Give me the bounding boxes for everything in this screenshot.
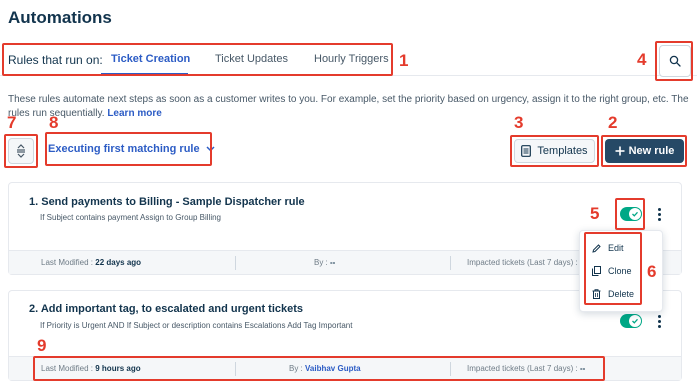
execution-mode-dropdown[interactable]: Executing first matching rule bbox=[48, 143, 215, 155]
menu-item-delete[interactable]: Delete bbox=[592, 289, 634, 299]
pencil-icon bbox=[592, 243, 601, 253]
page-title: Automations bbox=[8, 8, 112, 27]
annotation-number: 2 bbox=[608, 113, 618, 132]
trash-icon bbox=[592, 289, 601, 299]
check-icon bbox=[629, 315, 641, 327]
templates-button[interactable]: Templates bbox=[514, 139, 595, 163]
annotation-number: 9 bbox=[37, 336, 47, 355]
search-button[interactable] bbox=[659, 45, 691, 77]
rule-footer: Last Modified : 9 hours ago By : Vaibhav… bbox=[9, 356, 681, 380]
rule-title[interactable]: 2. Add important tag, to escalated and u… bbox=[29, 303, 303, 315]
more-options-icon[interactable] bbox=[656, 315, 662, 328]
tabs-divider bbox=[0, 75, 697, 76]
check-icon bbox=[629, 208, 641, 220]
tabs-label: Rules that run on: bbox=[8, 53, 103, 67]
rule-toggle[interactable] bbox=[620, 207, 642, 221]
annotation-number: 1 bbox=[399, 51, 409, 70]
plus-icon bbox=[615, 146, 625, 156]
annotation-number: 4 bbox=[637, 50, 647, 69]
tab-ticket-creation[interactable]: Ticket Creation bbox=[111, 53, 190, 65]
execution-mode-label: Executing first matching rule bbox=[48, 143, 200, 155]
reorder-icon bbox=[17, 144, 25, 158]
annotation-number: 7 bbox=[7, 113, 17, 132]
annotation-number: 3 bbox=[514, 113, 524, 132]
new-rule-button[interactable]: New rule bbox=[605, 139, 684, 163]
reorder-button[interactable] bbox=[8, 138, 34, 164]
tab-hourly-triggers[interactable]: Hourly Triggers bbox=[314, 53, 389, 65]
learn-more-link[interactable]: Learn more bbox=[107, 108, 161, 119]
rule-condition: If Priority is Urgent AND If Subject or … bbox=[40, 321, 353, 330]
rule-toggle[interactable] bbox=[620, 314, 642, 328]
modified-by: By : Vaibhav Gupta bbox=[289, 364, 361, 373]
clone-icon bbox=[592, 266, 601, 276]
description: These rules automate next steps as soon … bbox=[8, 93, 693, 121]
templates-button-label: Templates bbox=[537, 145, 588, 157]
more-options-icon[interactable] bbox=[656, 208, 662, 221]
search-icon bbox=[669, 55, 681, 67]
annotation-number: 5 bbox=[590, 204, 600, 223]
menu-item-clone[interactable]: Clone bbox=[592, 266, 632, 276]
chevron-down-icon bbox=[206, 146, 215, 152]
tab-ticket-updates[interactable]: Ticket Updates bbox=[215, 53, 288, 65]
modified-by: By : -- bbox=[314, 258, 336, 267]
rule-title[interactable]: 1. Send payments to Billing - Sample Dis… bbox=[29, 196, 305, 208]
annotation-number: 6 bbox=[647, 262, 657, 281]
impacted-tickets: Impacted tickets (Last 7 days) : -- bbox=[467, 364, 586, 373]
new-rule-button-label: New rule bbox=[628, 145, 675, 157]
last-modified: Last Modified : 9 hours ago bbox=[41, 364, 141, 373]
menu-item-edit[interactable]: Edit bbox=[592, 243, 624, 253]
annotation-number: 8 bbox=[49, 113, 59, 132]
rule-condition: If Subject contains payment Assign to Gr… bbox=[40, 213, 221, 222]
templates-icon bbox=[521, 145, 532, 157]
impacted-tickets: Impacted tickets (Last 7 days) : -- bbox=[467, 258, 585, 267]
modified-by-user-link[interactable]: Vaibhav Gupta bbox=[305, 364, 361, 373]
last-modified: Last Modified : 22 days ago bbox=[41, 258, 142, 267]
